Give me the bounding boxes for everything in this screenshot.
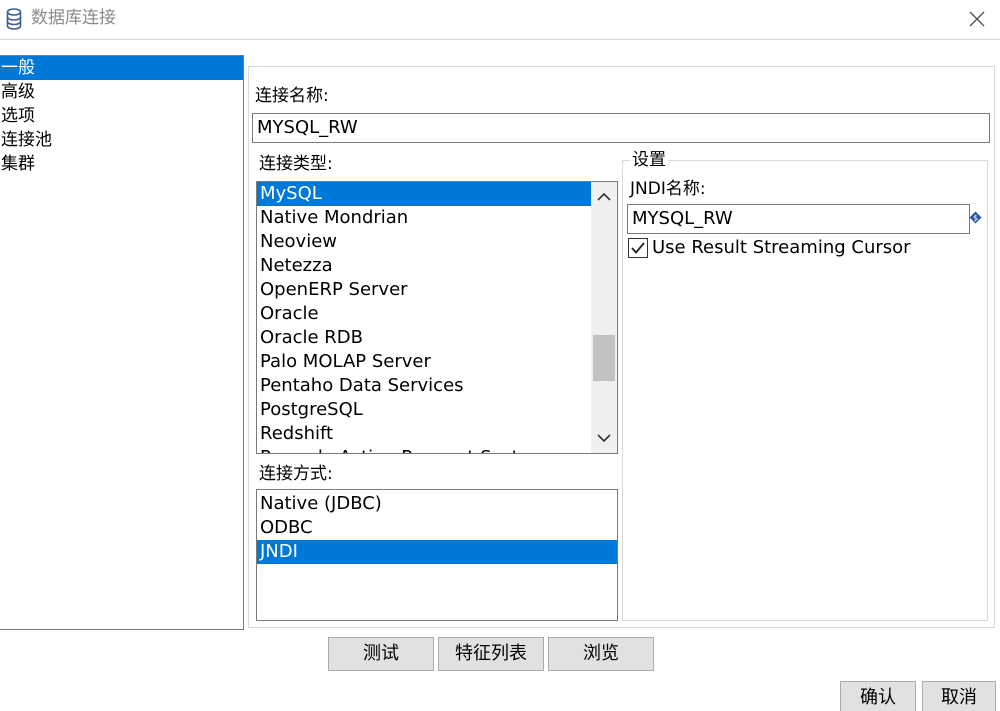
list-item[interactable]: Oracle RDB xyxy=(257,326,593,350)
list-item[interactable]: Redshift xyxy=(257,422,593,446)
list-item[interactable]: Neoview xyxy=(257,230,593,254)
connection-type-label: 连接类型: xyxy=(259,154,333,174)
nav-item-pooling[interactable]: 连接池 xyxy=(0,128,243,152)
chevron-down-icon[interactable] xyxy=(591,423,617,453)
settings-legend: 设置 xyxy=(630,150,668,170)
streaming-cursor-checkbox[interactable] xyxy=(628,238,648,258)
scroll-thumb[interactable] xyxy=(593,335,615,381)
window-title: 数据库连接 xyxy=(31,8,116,28)
list-item[interactable]: ODBC xyxy=(257,516,617,540)
database-icon xyxy=(6,8,22,30)
feature-list-button[interactable]: 特征列表 xyxy=(438,637,544,671)
nav-item-advanced[interactable]: 高级 xyxy=(0,80,243,104)
nav-item-general[interactable]: 一般 xyxy=(0,56,243,80)
list-item[interactable]: Remedy Action Request System xyxy=(257,446,593,453)
list-item[interactable]: Native (JDBC) xyxy=(257,492,617,516)
list-item[interactable]: MySQL xyxy=(257,182,593,206)
list-item[interactable]: Pentaho Data Services xyxy=(257,374,593,398)
chevron-up-icon[interactable] xyxy=(591,182,617,212)
nav-item-cluster[interactable]: 集群 xyxy=(0,152,243,176)
list-item[interactable]: PostgreSQL xyxy=(257,398,593,422)
list-item[interactable]: OpenERP Server xyxy=(257,278,593,302)
jndi-name-input[interactable]: MYSQL_RW xyxy=(627,204,970,234)
list-item[interactable]: JNDI xyxy=(257,540,617,564)
explore-button[interactable]: 浏览 xyxy=(548,637,654,671)
connection-name-label: 连接名称: xyxy=(255,86,329,106)
ok-button[interactable]: 确认 xyxy=(840,681,916,711)
category-nav: 一般 高级 选项 连接池 集群 xyxy=(0,55,244,630)
svg-text:$: $ xyxy=(973,214,978,223)
jndi-name-label: JNDI名称: xyxy=(630,179,706,199)
list-item[interactable]: Oracle xyxy=(257,302,593,326)
connection-type-list[interactable]: MySQL Native Mondrian Neoview Netezza Op… xyxy=(256,181,618,454)
connection-name-input[interactable]: MYSQL_RW xyxy=(252,113,990,143)
variable-diamond-icon[interactable]: $ xyxy=(969,211,982,224)
list-item[interactable]: Netezza xyxy=(257,254,593,278)
access-method-list[interactable]: Native (JDBC) ODBC JNDI xyxy=(256,489,618,621)
list-item[interactable]: Native Mondrian xyxy=(257,206,593,230)
check-icon xyxy=(631,242,645,254)
connection-type-scrollbar[interactable] xyxy=(591,182,617,453)
close-icon[interactable] xyxy=(962,4,992,34)
list-item[interactable]: Palo MOLAP Server xyxy=(257,350,593,374)
streaming-cursor-label: Use Result Streaming Cursor xyxy=(652,237,911,258)
nav-item-options[interactable]: 选项 xyxy=(0,104,243,128)
test-button[interactable]: 测试 xyxy=(328,637,434,671)
title-bar: 数据库连接 xyxy=(0,0,1000,40)
cancel-button[interactable]: 取消 xyxy=(922,681,996,711)
access-method-label: 连接方式: xyxy=(259,464,333,484)
